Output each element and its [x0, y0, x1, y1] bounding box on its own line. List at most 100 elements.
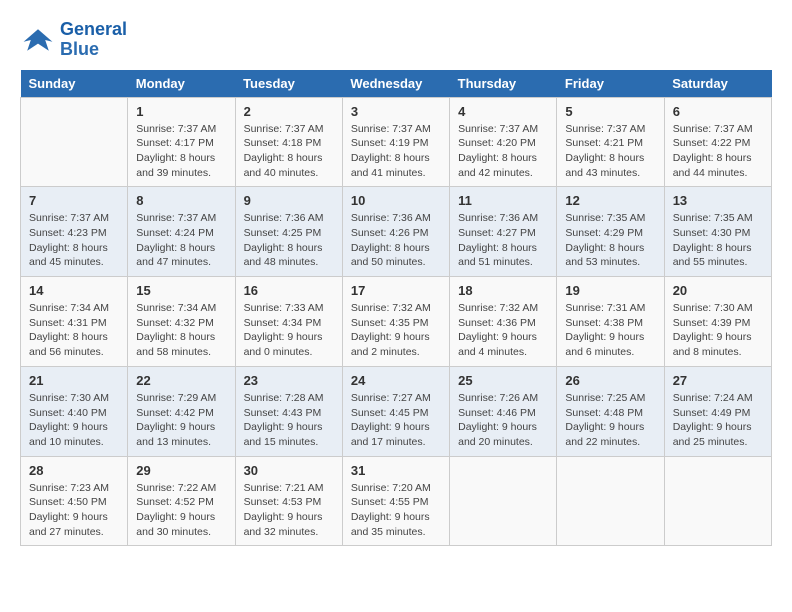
calendar-cell: 16 Sunrise: 7:33 AMSunset: 4:34 PMDayligh… [235, 277, 342, 367]
cell-info: Sunrise: 7:37 AMSunset: 4:20 PMDaylight:… [458, 122, 548, 181]
calendar-cell: 15 Sunrise: 7:34 AMSunset: 4:32 PMDayligh… [128, 277, 235, 367]
cell-info: Sunrise: 7:21 AMSunset: 4:53 PMDaylight:… [244, 481, 334, 540]
calendar-cell: 3Sunrise: 7:37 AMSunset: 4:19 PMDaylight… [342, 97, 449, 187]
calendar-cell: 9Sunrise: 7:36 AMSunset: 4:25 PMDaylight… [235, 187, 342, 277]
cell-info: Sunrise: 7:37 AMSunset: 4:17 PMDaylight:… [136, 122, 226, 181]
calendar-cell: 1 Sunrise: 7:37 AMSunset: 4:17 PMDaylight… [128, 97, 235, 187]
day-number: 15 [136, 283, 226, 298]
cell-info: Sunrise: 7:22 AMSunset: 4:52 PMDaylight:… [136, 481, 226, 540]
cell-info: Sunrise: 7:35 AMSunset: 4:30 PMDaylight:… [673, 211, 763, 270]
cell-info: Sunrise: 7:35 AMSunset: 4:29 PMDaylight:… [565, 211, 655, 270]
cell-info: Sunrise: 7:26 AMSunset: 4:46 PMDaylight:… [458, 391, 548, 450]
cell-info: Sunrise: 7:34 AMSunset: 4:32 PMDaylight:… [136, 301, 226, 360]
weekday-header-thursday: Thursday [450, 70, 557, 98]
day-number: 18 [458, 283, 548, 298]
day-number: 12 [565, 193, 655, 208]
cell-info: Sunrise: 7:37 AMSunset: 4:24 PMDaylight:… [136, 211, 226, 270]
day-number: 9 [244, 193, 334, 208]
calendar-cell: 30 Sunrise: 7:21 AMSunset: 4:53 PMDayligh… [235, 456, 342, 546]
calendar-row-1: 7 Sunrise: 7:37 AMSunset: 4:23 PMDaylight… [21, 187, 772, 277]
day-number: 19 [565, 283, 655, 298]
day-number: 13 [673, 193, 763, 208]
cell-info: Sunrise: 7:37 AMSunset: 4:23 PMDaylight:… [29, 211, 119, 270]
day-number: 28 [29, 463, 119, 478]
calendar-cell: 18 Sunrise: 7:32 AMSunset: 4:36 PMDayligh… [450, 277, 557, 367]
weekday-header-wednesday: Wednesday [342, 70, 449, 98]
cell-info: Sunrise: 7:33 AMSunset: 4:34 PMDaylight:… [244, 301, 334, 360]
day-number: 14 [29, 283, 119, 298]
day-number: 6 [673, 104, 763, 119]
calendar-row-3: 21 Sunrise: 7:30 AMSunset: 4:40 PMDayligh… [21, 366, 772, 456]
cell-info: Sunrise: 7:32 AMSunset: 4:36 PMDaylight:… [458, 301, 548, 360]
calendar-cell: 10Sunrise: 7:36 AMSunset: 4:26 PMDayligh… [342, 187, 449, 277]
cell-info: Sunrise: 7:37 AMSunset: 4:18 PMDaylight:… [244, 122, 334, 181]
cell-info: Sunrise: 7:31 AMSunset: 4:38 PMDaylight:… [565, 301, 655, 360]
day-number: 17 [351, 283, 441, 298]
logo: General Blue [20, 20, 127, 60]
calendar-cell [664, 456, 771, 546]
day-number: 5 [565, 104, 655, 119]
cell-info: Sunrise: 7:37 AMSunset: 4:21 PMDaylight:… [565, 122, 655, 181]
calendar-row-2: 14 Sunrise: 7:34 AMSunset: 4:31 PMDayligh… [21, 277, 772, 367]
day-number: 29 [136, 463, 226, 478]
cell-info: Sunrise: 7:29 AMSunset: 4:42 PMDaylight:… [136, 391, 226, 450]
cell-info: Sunrise: 7:24 AMSunset: 4:49 PMDaylight:… [673, 391, 763, 450]
calendar-cell [21, 97, 128, 187]
calendar-cell: 17 Sunrise: 7:32 AMSunset: 4:35 PMDayligh… [342, 277, 449, 367]
cell-info: Sunrise: 7:36 AMSunset: 4:26 PMDaylight:… [351, 211, 441, 270]
cell-info: Sunrise: 7:30 AMSunset: 4:40 PMDaylight:… [29, 391, 119, 450]
calendar-cell: 8 Sunrise: 7:37 AMSunset: 4:24 PMDaylight… [128, 187, 235, 277]
calendar-cell: 13 Sunrise: 7:35 AMSunset: 4:30 PMDayligh… [664, 187, 771, 277]
day-number: 26 [565, 373, 655, 388]
day-number: 2 [244, 104, 334, 119]
weekday-header-tuesday: Tuesday [235, 70, 342, 98]
calendar-cell: 27 Sunrise: 7:24 AMSunset: 4:49 PMDayligh… [664, 366, 771, 456]
day-number: 1 [136, 104, 226, 119]
day-number: 4 [458, 104, 548, 119]
weekday-header-sunday: Sunday [21, 70, 128, 98]
calendar-cell: 19 Sunrise: 7:31 AMSunset: 4:38 PMDayligh… [557, 277, 664, 367]
day-number: 21 [29, 373, 119, 388]
weekday-header-friday: Friday [557, 70, 664, 98]
calendar-row-4: 28 Sunrise: 7:23 AMSunset: 4:50 PMDayligh… [21, 456, 772, 546]
cell-info: Sunrise: 7:34 AMSunset: 4:31 PMDaylight:… [29, 301, 119, 360]
calendar-cell [450, 456, 557, 546]
day-number: 8 [136, 193, 226, 208]
calendar-cell: 28 Sunrise: 7:23 AMSunset: 4:50 PMDayligh… [21, 456, 128, 546]
calendar-cell: 5 Sunrise: 7:37 AMSunset: 4:21 PMDaylight… [557, 97, 664, 187]
calendar-cell: 31Sunrise: 7:20 AMSunset: 4:55 PMDayligh… [342, 456, 449, 546]
day-number: 24 [351, 373, 441, 388]
cell-info: Sunrise: 7:37 AMSunset: 4:22 PMDaylight:… [673, 122, 763, 181]
calendar-cell: 2 Sunrise: 7:37 AMSunset: 4:18 PMDaylight… [235, 97, 342, 187]
calendar-cell: 12 Sunrise: 7:35 AMSunset: 4:29 PMDayligh… [557, 187, 664, 277]
day-number: 25 [458, 373, 548, 388]
day-number: 22 [136, 373, 226, 388]
cell-info: Sunrise: 7:37 AMSunset: 4:19 PMDaylight:… [351, 122, 441, 181]
calendar-cell: 25 Sunrise: 7:26 AMSunset: 4:46 PMDayligh… [450, 366, 557, 456]
cell-info: Sunrise: 7:36 AMSunset: 4:27 PMDaylight:… [458, 211, 548, 270]
logo-text: General Blue [60, 20, 127, 60]
calendar-cell [557, 456, 664, 546]
cell-info: Sunrise: 7:28 AMSunset: 4:43 PMDaylight:… [244, 391, 334, 450]
calendar-cell: 11 Sunrise: 7:36 AMSunset: 4:27 PMDayligh… [450, 187, 557, 277]
day-number: 27 [673, 373, 763, 388]
calendar-cell: 6 Sunrise: 7:37 AMSunset: 4:22 PMDaylight… [664, 97, 771, 187]
weekday-header-saturday: Saturday [664, 70, 771, 98]
calendar-cell: 20Sunrise: 7:30 AMSunset: 4:39 PMDayligh… [664, 277, 771, 367]
calendar-cell: 29 Sunrise: 7:22 AMSunset: 4:52 PMDayligh… [128, 456, 235, 546]
day-number: 11 [458, 193, 548, 208]
calendar-row-0: 1 Sunrise: 7:37 AMSunset: 4:17 PMDaylight… [21, 97, 772, 187]
calendar-cell: 22 Sunrise: 7:29 AMSunset: 4:42 PMDayligh… [128, 366, 235, 456]
page-header: General Blue [20, 20, 772, 60]
calendar-cell: 26Sunrise: 7:25 AMSunset: 4:48 PMDayligh… [557, 366, 664, 456]
calendar-cell: 24Sunrise: 7:27 AMSunset: 4:45 PMDayligh… [342, 366, 449, 456]
cell-info: Sunrise: 7:32 AMSunset: 4:35 PMDaylight:… [351, 301, 441, 360]
day-number: 7 [29, 193, 119, 208]
calendar-cell: 21 Sunrise: 7:30 AMSunset: 4:40 PMDayligh… [21, 366, 128, 456]
cell-info: Sunrise: 7:23 AMSunset: 4:50 PMDaylight:… [29, 481, 119, 540]
calendar-cell: 7 Sunrise: 7:37 AMSunset: 4:23 PMDaylight… [21, 187, 128, 277]
day-number: 16 [244, 283, 334, 298]
weekday-header-monday: Monday [128, 70, 235, 98]
day-number: 30 [244, 463, 334, 478]
day-number: 23 [244, 373, 334, 388]
